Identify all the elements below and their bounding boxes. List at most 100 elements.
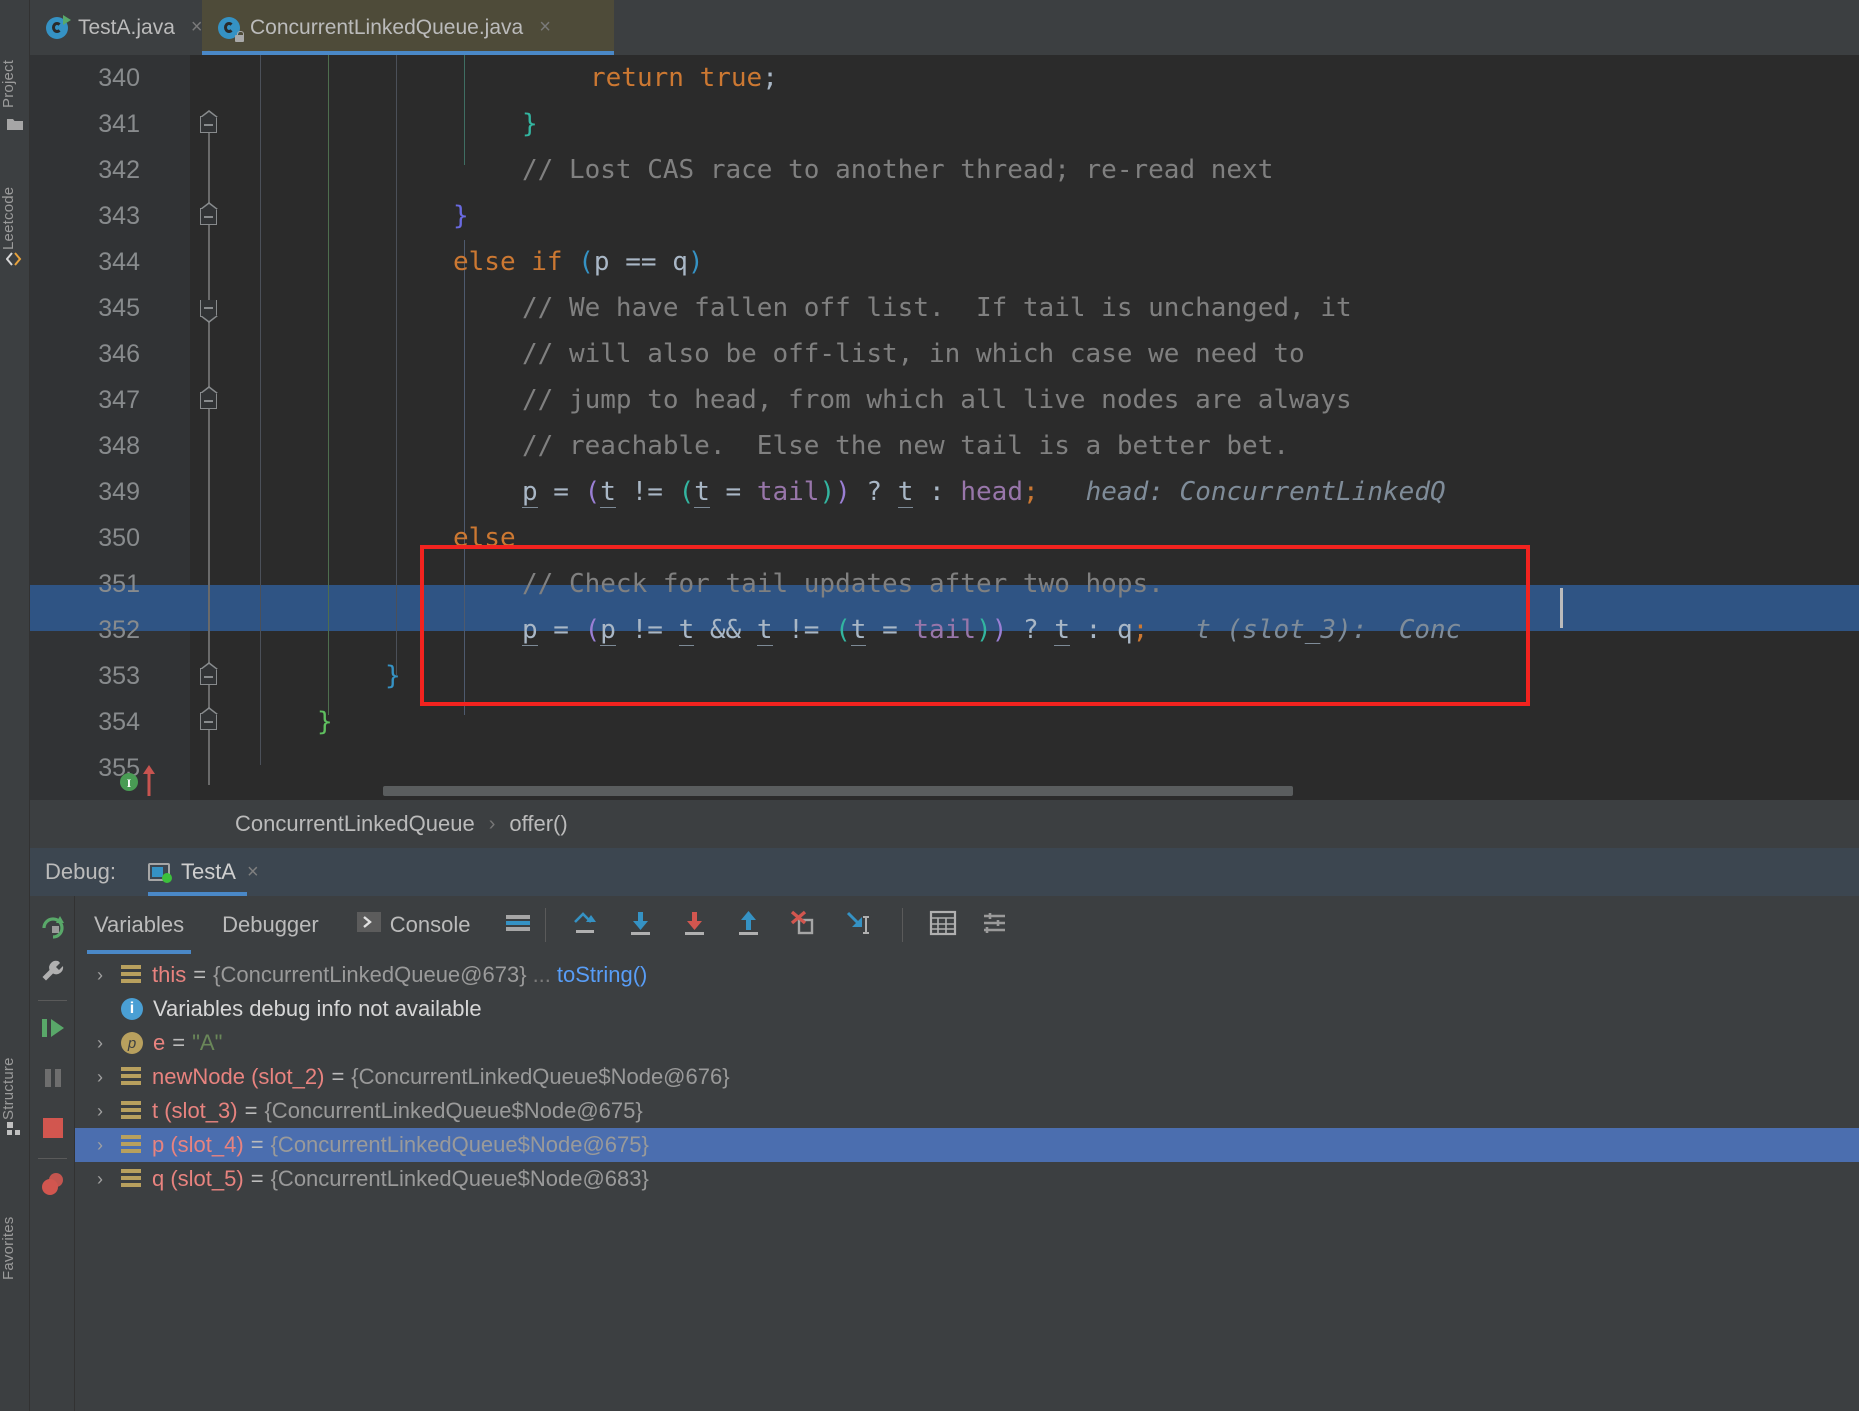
variable-value: {ConcurrentLinkedQueue@673} xyxy=(213,962,527,987)
code-line[interactable]: // reachable. Else the new tail is a bet… xyxy=(522,423,1859,469)
step-out-icon[interactable] xyxy=(734,909,764,942)
toolbar-divider xyxy=(545,908,547,942)
sidebar-item-favorites[interactable]: Favorites xyxy=(0,1150,30,1281)
expand-arrow-icon[interactable]: › xyxy=(89,1135,111,1156)
fold-toggle[interactable] xyxy=(200,202,220,228)
variable-name: q (slot_5) xyxy=(152,1166,244,1191)
close-icon[interactable]: × xyxy=(191,16,203,39)
show-execution-point-icon[interactable] xyxy=(572,909,602,942)
code-token: true xyxy=(699,63,763,93)
inline-debugger-hint[interactable]: head: ConcurrentLinkedQ xyxy=(1039,477,1446,507)
variables-info-row[interactable]: i Variables debug info not available xyxy=(75,992,1859,1026)
code-line[interactable]: } xyxy=(385,653,1859,699)
code-line[interactable]: // will also be off-list, in which case … xyxy=(522,331,1859,377)
resume-button[interactable] xyxy=(39,1014,67,1042)
variable-row[interactable]: › p e = "A" xyxy=(75,1026,1859,1060)
run-to-cursor-icon[interactable] xyxy=(842,909,876,942)
code-line[interactable]: p = (p != t && t != (t = tail)) ? t : q;… xyxy=(522,607,1859,653)
debug-side-toolbar xyxy=(30,896,75,1411)
stop-button[interactable] xyxy=(39,1114,67,1142)
folder-icon xyxy=(6,115,24,133)
expand-arrow-icon[interactable]: › xyxy=(89,1101,111,1122)
settings-icon[interactable] xyxy=(981,911,1009,940)
line-number: 344 xyxy=(98,248,140,276)
rerun-button[interactable] xyxy=(39,912,67,940)
fold-toggle[interactable] xyxy=(200,386,220,412)
text-caret xyxy=(1560,588,1563,628)
editor-tab-concurrentlinkedqueue[interactable]: ConcurrentLinkedQueue.java × xyxy=(202,0,614,55)
layout-settings-icon[interactable] xyxy=(505,913,531,938)
implementing-method-icon[interactable]: I xyxy=(118,770,142,794)
tab-debugger[interactable]: Debugger xyxy=(203,896,338,954)
sidebar-item-project[interactable]: Project xyxy=(0,8,30,108)
fold-toggle[interactable] xyxy=(200,707,220,733)
settings-button[interactable] xyxy=(39,958,67,986)
variable-row[interactable]: › q (slot_5) = {ConcurrentLinkedQueue$Node@… xyxy=(75,1162,1859,1196)
code-token: p xyxy=(522,477,538,508)
variables-tree[interactable]: › this = {ConcurrentLinkedQueue@673}... toSt… xyxy=(75,954,1859,1411)
override-arrow-icon[interactable] xyxy=(140,763,158,797)
toolbar-divider xyxy=(902,908,904,942)
debug-session-tab-testa[interactable]: TestA × xyxy=(134,848,273,896)
tab-variables[interactable]: Variables xyxy=(75,896,203,954)
mute-breakpoints-button[interactable] xyxy=(39,1170,67,1198)
variable-name: p (slot_4) xyxy=(152,1132,244,1157)
line-number: 341 xyxy=(98,110,140,138)
code-token: ) xyxy=(687,247,704,277)
code-line[interactable]: } xyxy=(317,699,1859,745)
breadcrumb-class[interactable]: ConcurrentLinkedQueue xyxy=(235,811,475,837)
step-into-icon[interactable] xyxy=(680,909,710,942)
code-token: q xyxy=(1116,615,1133,645)
code-token: p xyxy=(593,247,610,277)
expand-arrow-icon[interactable]: › xyxy=(89,1067,111,1088)
editor-tab-bar: TestA.java × ConcurrentLinkedQueue.java … xyxy=(30,0,1859,55)
variable-row[interactable]: › p (slot_4) = {ConcurrentLinkedQueue$Node@… xyxy=(75,1128,1859,1162)
code-line[interactable]: } xyxy=(522,101,1859,147)
code-line[interactable]: } xyxy=(453,193,1859,239)
line-number: 342 xyxy=(98,156,140,184)
code-token: = xyxy=(866,615,914,645)
code-editor[interactable]: 340 return true; 341} 342 // Lost CAS race t… xyxy=(30,55,1859,800)
code-token: t xyxy=(600,477,616,508)
fold-toggle[interactable] xyxy=(200,300,220,323)
code-line[interactable]: // We have fallen off list. If tail is u… xyxy=(522,285,1859,331)
pause-button[interactable] xyxy=(39,1064,67,1092)
close-icon[interactable]: × xyxy=(539,16,551,39)
sidebar-item-structure[interactable]: Structure xyxy=(0,1000,30,1120)
code-token: if xyxy=(531,247,563,277)
object-variable-icon xyxy=(121,1101,141,1121)
debug-tool-window-header: Debug: TestA × xyxy=(30,848,1859,896)
code-line[interactable]: // Check for tail updates after two hops… xyxy=(522,561,1859,607)
variable-row[interactable]: › t (slot_3) = {ConcurrentLinkedQueue$Node@… xyxy=(75,1094,1859,1128)
sidebar-item-leetcode[interactable]: Leetcode xyxy=(0,140,30,250)
variable-row[interactable]: › newNode (slot_2) = {ConcurrentLinkedQueue… xyxy=(75,1060,1859,1094)
expand-arrow-icon[interactable]: › xyxy=(89,965,111,986)
expand-arrow-icon[interactable]: › xyxy=(89,1033,111,1054)
variable-row[interactable]: › this = {ConcurrentLinkedQueue@673}... toSt… xyxy=(75,958,1859,992)
breadcrumb[interactable]: ConcurrentLinkedQueue › offer() xyxy=(30,800,1859,848)
code-line[interactable]: else if (p == q) xyxy=(453,239,1859,285)
code-line[interactable]: // jump to head, from which all live nod… xyxy=(522,377,1859,423)
fold-toggle[interactable] xyxy=(200,110,220,136)
run-configuration-icon xyxy=(147,863,172,883)
evaluate-expression-icon[interactable] xyxy=(929,910,957,941)
force-step-into-icon[interactable] xyxy=(788,909,818,942)
expand-arrow-icon[interactable]: › xyxy=(89,1169,111,1190)
code-token: ( xyxy=(584,615,601,645)
toolbar-divider xyxy=(38,1158,67,1159)
code-line[interactable]: p = (t != (t = tail)) ? t : head; head: … xyxy=(522,469,1859,515)
code-line[interactable]: return true; xyxy=(590,55,1859,101)
close-icon[interactable]: × xyxy=(247,861,259,884)
tab-console[interactable]: Console xyxy=(338,896,490,954)
code-line[interactable]: else xyxy=(453,515,1859,561)
inline-debugger-hint[interactable]: t (slot_3): Conc xyxy=(1148,615,1461,645)
breadcrumb-method[interactable]: offer() xyxy=(509,811,567,837)
editor-tab-testa[interactable]: TestA.java × xyxy=(30,0,203,55)
step-over-icon[interactable] xyxy=(626,909,656,942)
tostring-link[interactable]: toString() xyxy=(557,962,647,988)
fold-toggle[interactable] xyxy=(200,662,220,688)
code-token: ( xyxy=(835,615,851,645)
code-line[interactable]: // Lost CAS race to another thread; re-r… xyxy=(522,147,1859,193)
editor-horizontal-scrollbar[interactable] xyxy=(383,786,1293,796)
code-line[interactable] xyxy=(317,745,1859,791)
